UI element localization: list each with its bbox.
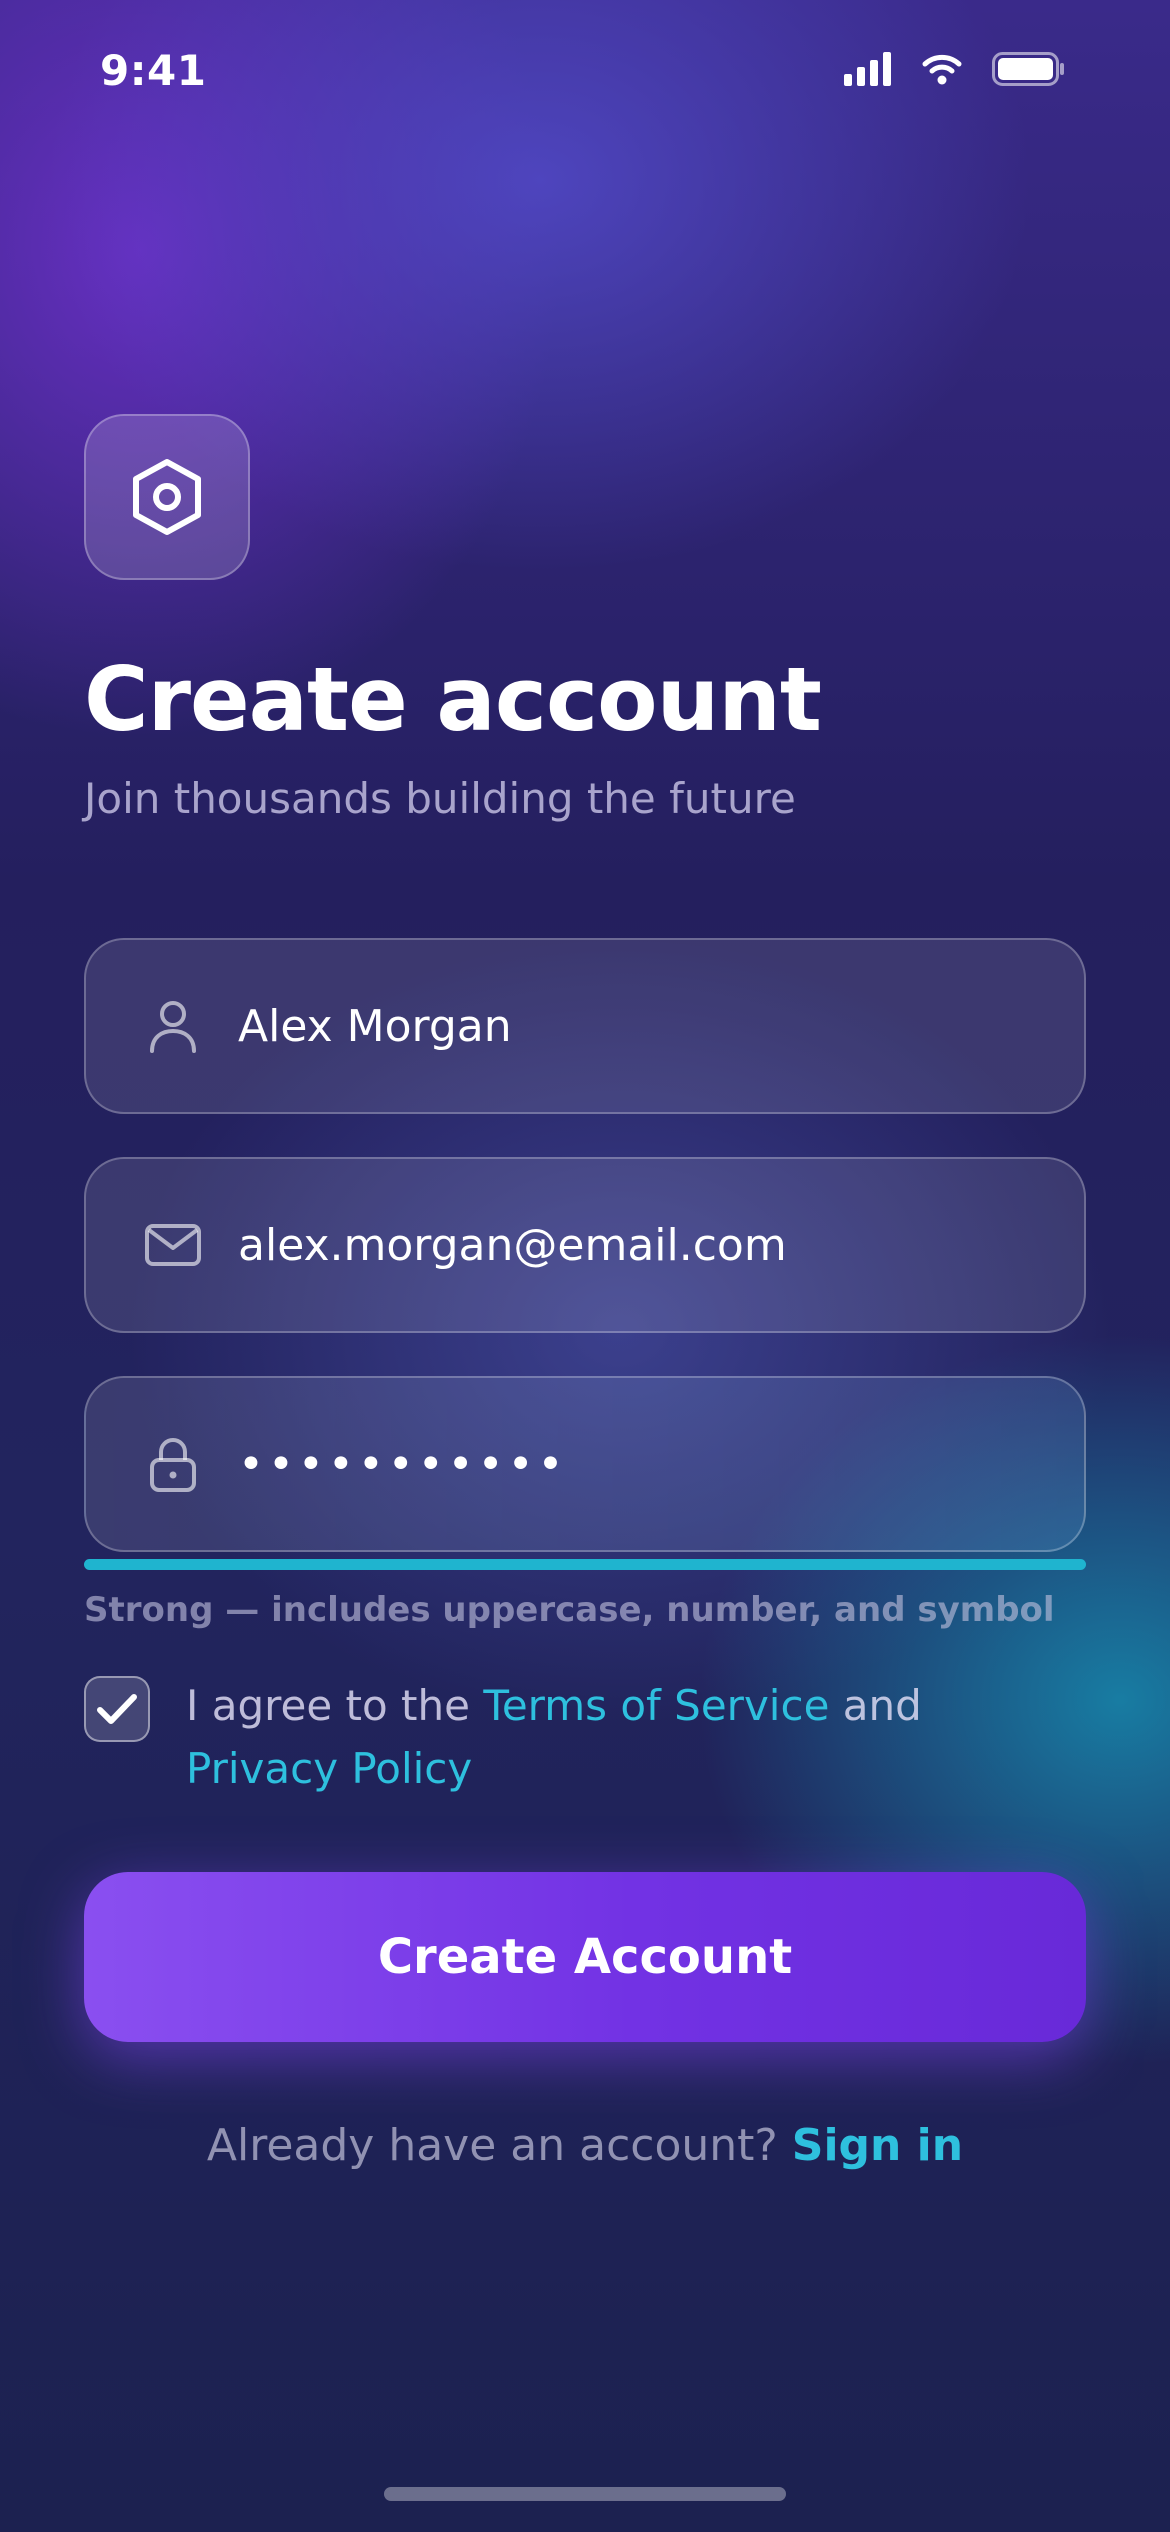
user-icon <box>138 999 208 1053</box>
password-strength-hint: Strong — includes uppercase, number, and… <box>84 1590 1055 1630</box>
privacy-policy-link[interactable]: Privacy Policy <box>186 1744 472 1793</box>
battery-icon <box>992 52 1064 86</box>
terms-of-service-link[interactable]: Terms of Service <box>483 1681 829 1730</box>
signin-link[interactable]: Sign in <box>792 2120 963 2171</box>
wifi-icon <box>922 54 962 85</box>
signin-prompt: Already have an account? Sign in <box>0 2120 1170 2171</box>
name-field[interactable] <box>84 938 1086 1114</box>
lock-icon <box>138 1436 208 1492</box>
hexagon-logo-icon <box>133 459 201 535</box>
agree-joiner: and <box>842 1681 922 1730</box>
checkmark-icon <box>97 1694 137 1724</box>
terms-checkbox[interactable] <box>84 1676 150 1742</box>
status-icons <box>844 52 1066 86</box>
signin-prompt-text: Already have an account? <box>206 2120 778 2171</box>
page-subtitle: Join thousands building the future <box>84 774 796 823</box>
home-indicator[interactable] <box>384 2487 786 2501</box>
mail-icon <box>138 1224 208 1266</box>
password-input[interactable] <box>238 1438 1018 1490</box>
status-time: 9:41 <box>100 46 207 95</box>
name-input[interactable] <box>238 1000 1018 1052</box>
cellular-signal-icon <box>844 52 891 86</box>
email-field[interactable] <box>84 1157 1086 1333</box>
app-logo <box>84 414 250 580</box>
page-title: Create account <box>84 648 822 751</box>
terms-agreement-text: I agree to the Terms of Service and Priv… <box>186 1674 1066 1800</box>
password-field[interactable] <box>84 1376 1086 1552</box>
email-input[interactable] <box>238 1219 1018 1271</box>
create-account-button[interactable]: Create Account <box>84 1872 1086 2042</box>
password-strength-bar <box>84 1559 1086 1570</box>
agree-prefix: I agree to the <box>186 1681 470 1730</box>
